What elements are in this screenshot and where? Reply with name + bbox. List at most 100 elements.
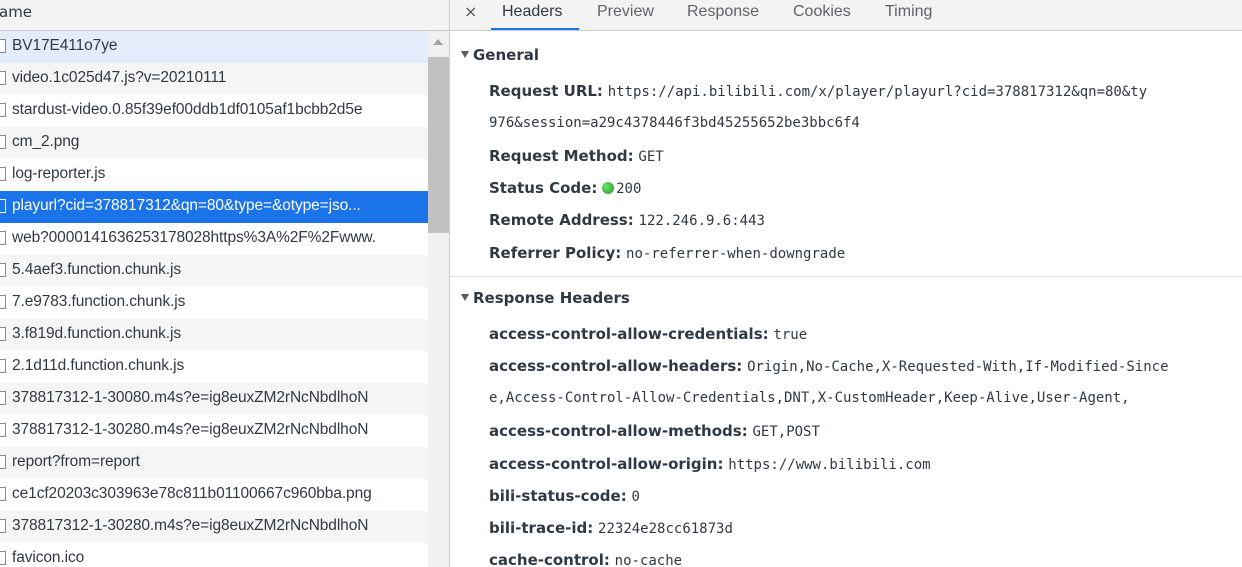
request-row[interactable]: 378817312-1-30080.m4s?e=ig8euxZM2rNcNbdl…	[0, 383, 428, 415]
response-headers-section-toggle[interactable]: Response Headers	[461, 289, 630, 307]
request-row[interactable]: favicon.ico	[0, 543, 428, 567]
scroll-up-arrow-icon[interactable]	[433, 39, 443, 45]
request-name: video.1c025d47.js?v=20210111	[12, 69, 227, 86]
request-url-continued: 976&session=a29c4378446f3bd45255652be3bb…	[489, 115, 860, 131]
request-row[interactable]: 3.f819d.function.chunk.js	[0, 319, 428, 351]
header-name: access-control-allow-headers:	[489, 357, 743, 375]
request-name: stardust-video.0.85f39ef00ddb1df0105af1b…	[12, 101, 363, 118]
header-name: bili-trace-id:	[489, 519, 594, 537]
active-tab-indicator	[491, 28, 579, 30]
request-name: report?from=report	[12, 453, 140, 470]
request-name: web?0000141636253178028https%3A%2F%2Fwww…	[12, 229, 376, 246]
request-row[interactable]: web?0000141636253178028https%3A%2F%2Fwww…	[0, 223, 428, 255]
row-checkbox[interactable]	[0, 391, 6, 405]
request-name: 3.f819d.function.chunk.js	[12, 325, 181, 342]
header-row: access-control-allow-credentials: true	[489, 325, 807, 343]
header-row: access-control-allow-methods: GET,POST	[489, 422, 820, 440]
header-value-continued: e,Access-Control-Allow-Credentials,DNT,X…	[489, 390, 1130, 406]
header-value: true	[773, 327, 808, 343]
row-checkbox[interactable]	[0, 551, 6, 565]
remote-address-row: Remote Address: 122.246.9.6:443	[489, 211, 765, 229]
row-checkbox[interactable]	[0, 135, 6, 149]
response-headers-section-title: Response Headers	[473, 289, 630, 307]
request-row[interactable]: stardust-video.0.85f39ef00ddb1df0105af1b…	[0, 95, 428, 127]
row-checkbox[interactable]	[0, 263, 6, 277]
row-checkbox[interactable]	[0, 199, 6, 213]
general-section-toggle[interactable]: General	[461, 46, 539, 64]
request-list-scrollbar[interactable]	[428, 31, 449, 567]
request-name: 7.e9783.function.chunk.js	[12, 293, 186, 310]
tab-response[interactable]: Response	[687, 3, 759, 21]
request-row[interactable]: 5.4aef3.function.chunk.js	[0, 255, 428, 287]
header-row: access-control-allow-origin: https://www…	[489, 455, 931, 473]
row-checkbox[interactable]	[0, 423, 6, 437]
row-checkbox[interactable]	[0, 231, 6, 245]
request-row[interactable]: 378817312-1-30280.m4s?e=ig8euxZM2rNcNbdl…	[0, 511, 428, 543]
expand-triangle-icon	[461, 51, 469, 58]
request-name: favicon.ico	[12, 549, 85, 566]
header-row: cache-control: no-cache	[489, 551, 682, 567]
request-url-label: Request URL:	[489, 82, 603, 100]
request-name: 378817312-1-30280.m4s?e=ig8euxZM2rNcNbdl…	[12, 421, 369, 438]
row-checkbox[interactable]	[0, 487, 6, 501]
request-method-value: GET	[638, 149, 664, 165]
request-row[interactable]: 7.e9783.function.chunk.js	[0, 287, 428, 319]
tab-headers[interactable]: Headers	[502, 3, 562, 21]
request-rows: BV17E411o7ye video.1c025d47.js?v=2021011…	[0, 31, 428, 567]
request-row[interactable]: cm_2.png	[0, 127, 428, 159]
request-row[interactable]: report?from=report	[0, 447, 428, 479]
request-row-selected[interactable]: playurl?cid=378817312&qn=80&type=&otype=…	[0, 191, 428, 223]
general-section-title: General	[473, 46, 539, 64]
details-tab-bar: × Headers Preview Response Cookies Timin…	[450, 0, 1242, 31]
request-row[interactable]: BV17E411o7ye	[0, 31, 428, 63]
header-name: access-control-allow-credentials:	[489, 325, 769, 343]
scrollbar-thumb[interactable]	[428, 57, 449, 233]
header-value: GET,POST	[752, 424, 820, 440]
header-row: bili-status-code: 0	[489, 487, 640, 505]
name-column-header[interactable]: ame	[0, 0, 449, 31]
row-checkbox[interactable]	[0, 455, 6, 469]
referrer-policy-row: Referrer Policy: no-referrer-when-downgr…	[489, 244, 845, 262]
request-name: playurl?cid=378817312&qn=80&type=&otype=…	[12, 197, 361, 214]
request-name: 5.4aef3.function.chunk.js	[12, 261, 181, 278]
request-row[interactable]: ce1cf20203c303963e78c811b01100667c960bba…	[0, 479, 428, 511]
request-row[interactable]: video.1c025d47.js?v=20210111	[0, 63, 428, 95]
close-icon[interactable]: ×	[464, 2, 477, 21]
request-url-row: Request URL: https://api.bilibili.com/x/…	[489, 82, 1147, 100]
request-row[interactable]: 2.1d11d.function.chunk.js	[0, 351, 428, 383]
row-checkbox[interactable]	[0, 167, 6, 181]
header-row: access-control-allow-headers: Origin,No-…	[489, 357, 1169, 375]
request-name: log-reporter.js	[12, 165, 106, 182]
remote-address-value: 122.246.9.6:443	[638, 213, 765, 229]
request-name: 378817312-1-30280.m4s?e=ig8euxZM2rNcNbdl…	[12, 517, 369, 534]
row-checkbox[interactable]	[0, 359, 6, 373]
request-name: cm_2.png	[12, 133, 80, 150]
referrer-policy-label: Referrer Policy:	[489, 244, 622, 262]
tab-timing[interactable]: Timing	[885, 3, 932, 21]
request-name: 2.1d11d.function.chunk.js	[12, 357, 185, 374]
header-name: bili-status-code:	[489, 487, 627, 505]
row-checkbox[interactable]	[0, 327, 6, 341]
row-checkbox[interactable]	[0, 39, 6, 53]
request-name: BV17E411o7ye	[12, 37, 118, 54]
request-method-label: Request Method:	[489, 147, 634, 165]
request-row[interactable]: 378817312-1-30280.m4s?e=ig8euxZM2rNcNbdl…	[0, 415, 428, 447]
header-name: access-control-allow-origin:	[489, 455, 724, 473]
row-checkbox[interactable]	[0, 103, 6, 117]
request-details-panel: × Headers Preview Response Cookies Timin…	[450, 0, 1242, 567]
tab-preview[interactable]: Preview	[597, 3, 654, 21]
row-checkbox[interactable]	[0, 519, 6, 533]
referrer-policy-value: no-referrer-when-downgrade	[626, 246, 846, 262]
row-checkbox[interactable]	[0, 71, 6, 85]
request-row[interactable]: log-reporter.js	[0, 159, 428, 191]
row-checkbox[interactable]	[0, 295, 6, 309]
tab-cookies[interactable]: Cookies	[793, 3, 851, 21]
header-row: bili-trace-id: 22324e28cc61873d	[489, 519, 733, 537]
header-value: Origin,No-Cache,X-Requested-With,If-Modi…	[747, 359, 1169, 375]
section-divider	[450, 276, 1242, 277]
request-url-value: https://api.bilibili.com/x/player/playur…	[607, 84, 1148, 100]
status-ok-dot-icon	[602, 182, 615, 194]
remote-address-label: Remote Address:	[489, 211, 634, 229]
expand-triangle-icon	[461, 294, 469, 301]
header-value: no-cache	[614, 553, 683, 567]
